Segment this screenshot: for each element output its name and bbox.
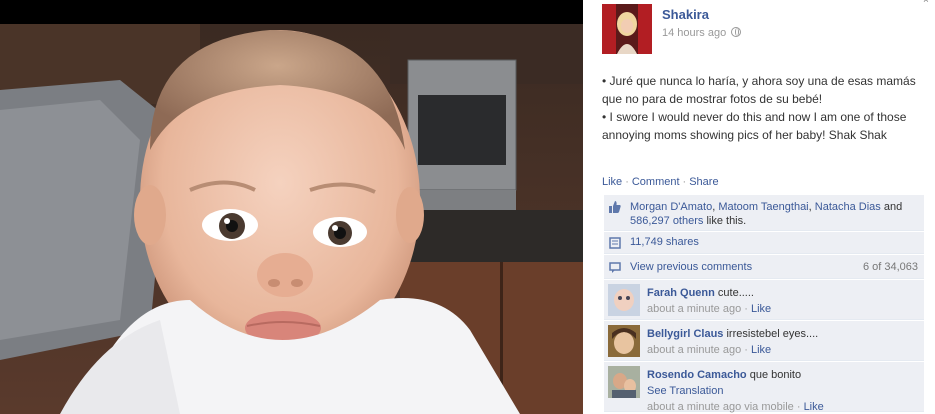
comment-link[interactable]: Comment (632, 176, 680, 188)
comment-body: Bellygirl Claus irresistebel eyes.... ab… (647, 326, 920, 358)
separator: · (796, 401, 801, 413)
comment-like-link[interactable]: Like (751, 303, 771, 315)
feedback-box: Morgan D'Amato, Matoom Taengthai, Natach… (604, 195, 924, 413)
close-icon[interactable]: × (923, 0, 933, 6)
comment-meta: about a minute ago via mobile · Like (647, 399, 920, 414)
view-previous-row: View previous comments 6 of 34,063 (604, 255, 924, 279)
likes-others-link[interactable]: 586,297 others (630, 215, 703, 227)
comment-meta: about a minute ago · Like (647, 301, 920, 317)
commenter-avatar[interactable] (608, 325, 640, 357)
like-link[interactable]: Like (602, 176, 622, 188)
view-previous-comments-link[interactable]: View previous comments (630, 261, 752, 273)
comment-text: irresistebel eyes.... (726, 328, 819, 340)
comment-meta: about a minute ago · Like (647, 342, 920, 358)
shares-link[interactable]: 11,749 shares (630, 236, 699, 248)
comment-time[interactable]: about a minute ago (647, 344, 741, 356)
comment-text: cute..... (717, 287, 754, 299)
commenter-avatar[interactable] (608, 366, 640, 398)
comment-like-link[interactable]: Like (804, 401, 824, 413)
author-name[interactable]: Shakira (662, 7, 709, 22)
thumbs-up-icon (609, 201, 621, 213)
likes-summary: Morgan D'Amato, Matoom Taengthai, Natach… (604, 195, 924, 231)
comment-item: Bellygirl Claus irresistebel eyes.... ab… (604, 321, 924, 361)
caption-line-spanish: • Juré que nunca lo haría, y ahora soy u… (602, 74, 916, 106)
commenter-avatar[interactable] (608, 284, 640, 316)
liker-name[interactable]: Matoom Taengthai (718, 201, 808, 213)
globe-icon (731, 27, 742, 37)
comment-item: Rosendo Camacho que bonito See Translati… (604, 362, 924, 414)
share-icon (609, 237, 621, 249)
photo-viewer[interactable] (0, 0, 583, 414)
comment-body: Rosendo Camacho que bonito See Translati… (647, 367, 920, 414)
separator: · (682, 176, 687, 188)
share-link[interactable]: Share (689, 176, 718, 188)
likes-suffix: like this. (703, 215, 747, 227)
comment-body: Farah Quenn cute..... about a minute ago… (647, 285, 920, 317)
comment-like-link[interactable]: Like (751, 344, 771, 356)
commenter-name[interactable]: Bellygirl Claus (647, 328, 723, 340)
liker-name[interactable]: Morgan D'Amato (630, 201, 712, 213)
shares-summary: 11,749 shares (604, 232, 924, 254)
comment-item: Farah Quenn cute..... about a minute ago… (604, 280, 924, 320)
post-actions: Like · Comment · Share (602, 176, 719, 188)
commenter-name[interactable]: Farah Quenn (647, 287, 715, 299)
see-translation-link[interactable]: See Translation (647, 385, 723, 397)
comment-time[interactable]: about a minute ago (647, 303, 741, 315)
post-timestamp: 14 hours ago (662, 27, 742, 39)
liker-name[interactable]: Natacha Dias (815, 201, 881, 213)
author-avatar[interactable] (602, 4, 652, 54)
comments-icon (609, 262, 621, 273)
caption-line-english: • I swore I would never do this and now … (602, 110, 907, 142)
post-details-panel: × Shakira 14 hours ago • Juré que nunca … (583, 0, 935, 414)
comment-time[interactable]: about a minute ago via mobile (647, 401, 794, 413)
separator: · (744, 344, 748, 356)
likes-and: and (880, 201, 903, 213)
comment-count: 6 of 34,063 (862, 261, 918, 273)
comment-text: que bonito (749, 369, 802, 381)
commenter-name[interactable]: Rosendo Camacho (647, 369, 747, 381)
post-time-text[interactable]: 14 hours ago (662, 27, 726, 39)
post-caption: • Juré que nunca lo haría, y ahora soy u… (602, 72, 922, 144)
separator: · (744, 303, 748, 315)
baby-photo (0, 0, 583, 414)
separator: · (625, 176, 629, 188)
